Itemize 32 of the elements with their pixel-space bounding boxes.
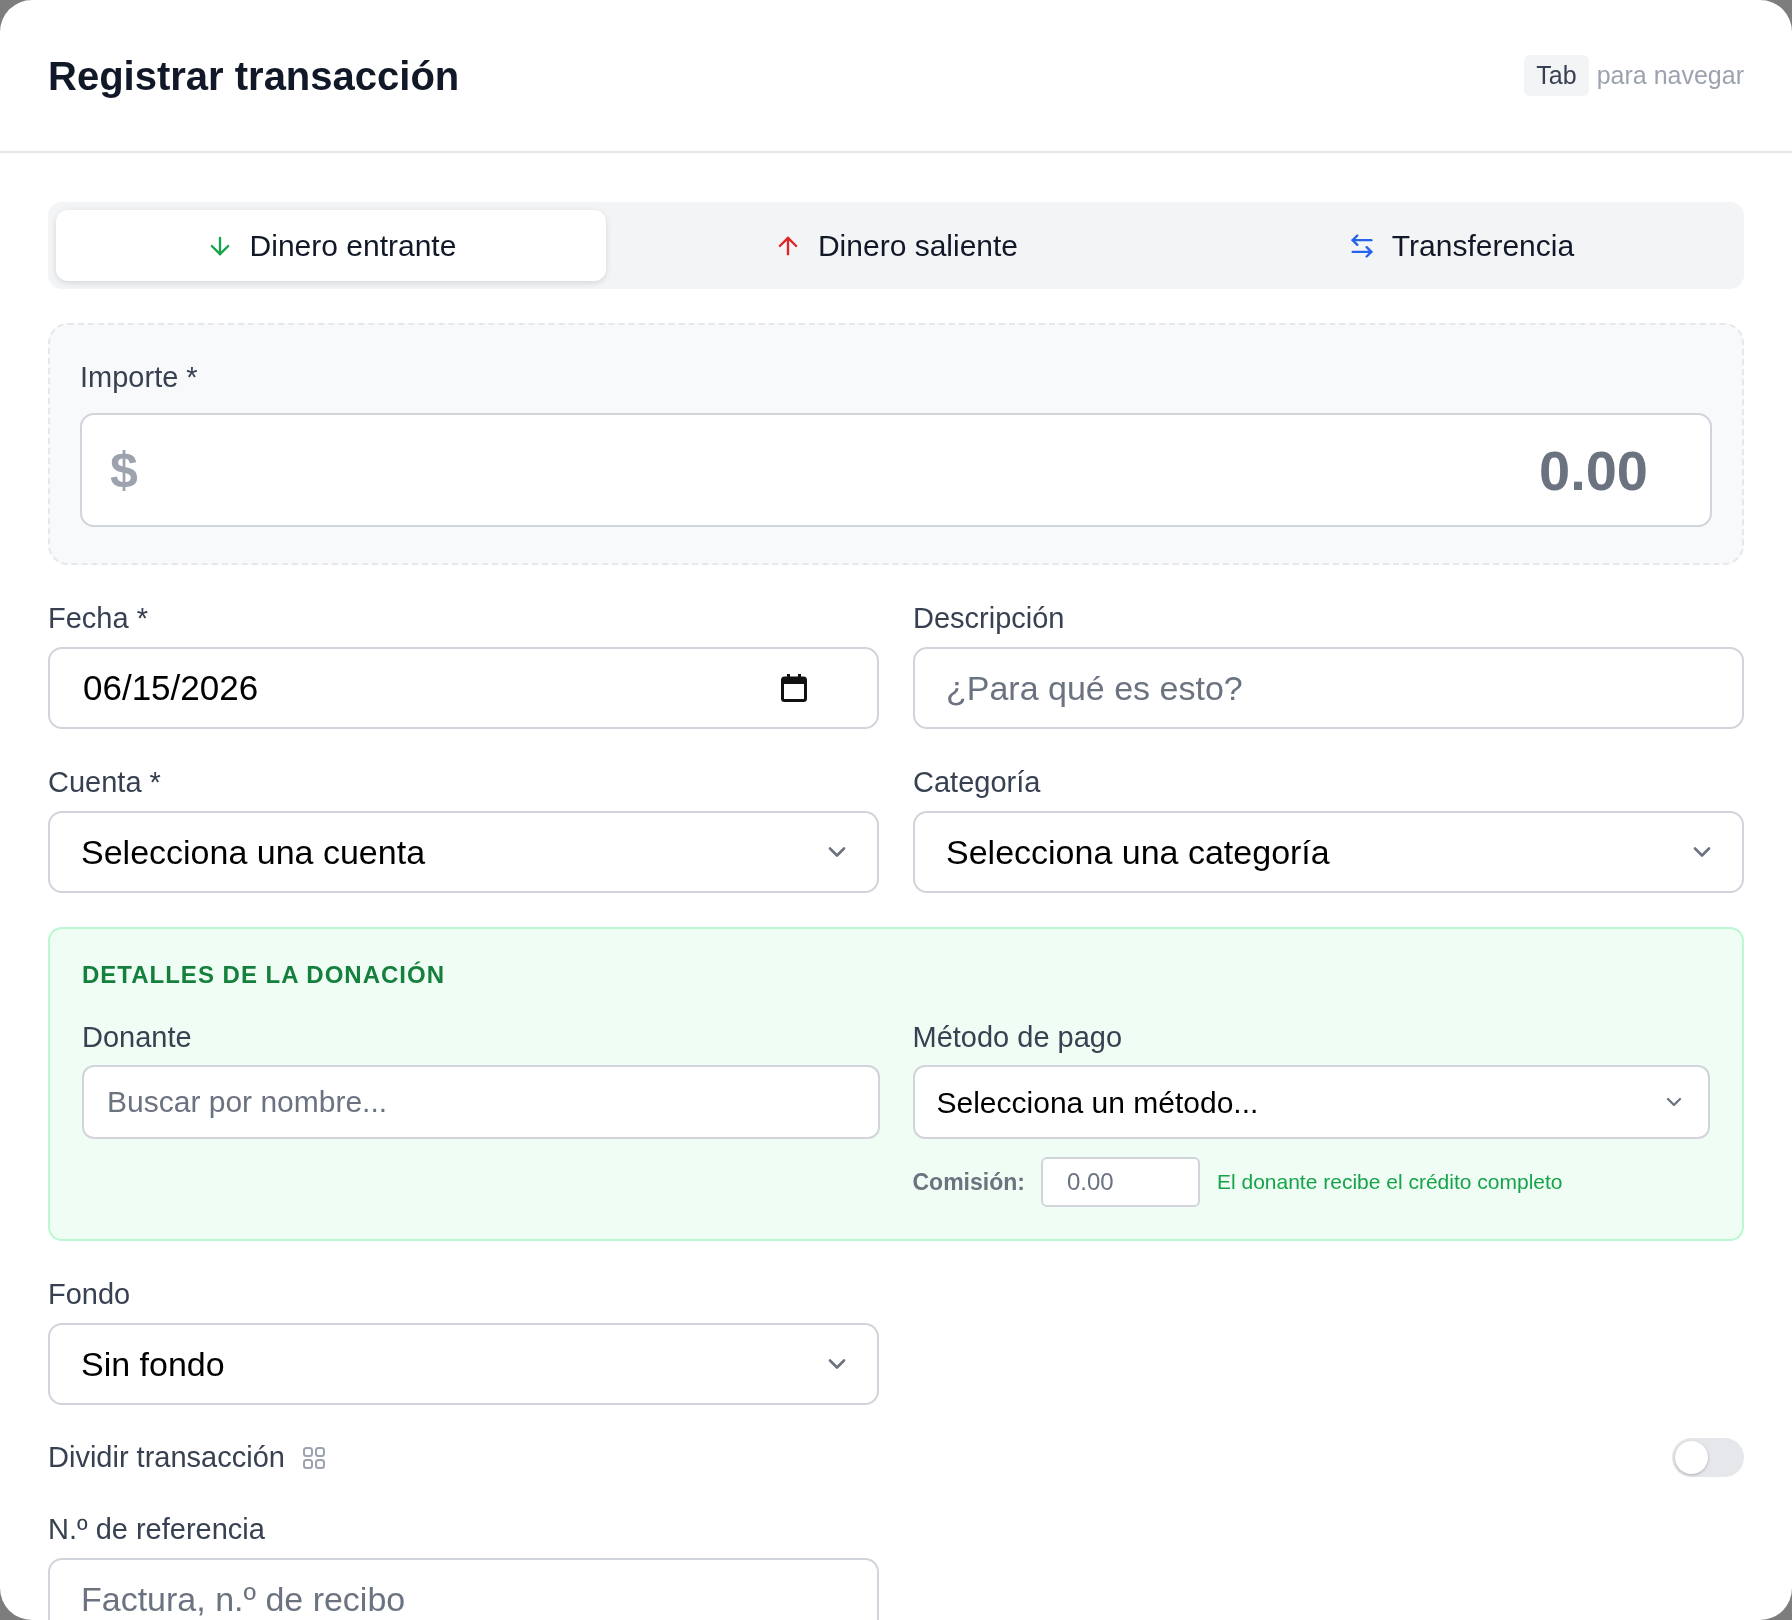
- field-label: Método de pago: [912, 1021, 1123, 1053]
- fund-select[interactable]: Sin fondo: [48, 1323, 879, 1405]
- fee-input[interactable]: 0.00: [1040, 1157, 1200, 1207]
- toggle-switch[interactable]: [1672, 1438, 1744, 1477]
- category-select[interactable]: Selecciona una categoría: [913, 811, 1744, 893]
- field-label: Descripción: [913, 602, 1065, 634]
- type-tab[interactable]: Transferencia: [1186, 210, 1736, 281]
- field-label: Donante: [82, 1021, 192, 1053]
- account-select[interactable]: Selecciona una cuenta: [48, 811, 879, 893]
- description-input[interactable]: ¿Para qué es esto?: [913, 647, 1744, 729]
- currency-symbol: $: [110, 442, 138, 498]
- grid-icon: [302, 1446, 325, 1469]
- calendar-icon[interactable]: [781, 674, 807, 702]
- field-label: Fecha *: [48, 602, 148, 634]
- field-label: Categoría: [913, 766, 1041, 798]
- field-label: Fondo: [48, 1278, 131, 1310]
- section-title: DETALLES DE LA DONACIÓN: [82, 961, 445, 989]
- payment-method-select[interactable]: Selecciona un método...: [912, 1065, 1710, 1139]
- fee-label: Comisión:: [912, 1167, 1025, 1197]
- type-tab[interactable]: Dinero entrante: [56, 210, 606, 281]
- type-tab[interactable]: Dinero saliente: [621, 210, 1171, 281]
- split-label: Dividir transacción: [48, 1439, 285, 1475]
- field-label: N.º de referencia: [48, 1513, 265, 1545]
- fee-note: El donante recibe el crédito completo: [1216, 1169, 1563, 1196]
- date-input[interactable]: 06/15/2026: [48, 647, 879, 729]
- donor-search-input[interactable]: Buscar por nombre...: [82, 1065, 880, 1139]
- field-label: Importe *: [80, 361, 198, 393]
- navigation-hint: para navegar: [1596, 59, 1744, 91]
- field-label: Cuenta *: [48, 766, 161, 798]
- reference-input[interactable]: Factura, n.º de recibo: [48, 1558, 879, 1620]
- dialog-title: Registrar transacción: [48, 52, 460, 100]
- keyboard-key: Tab: [1524, 54, 1589, 97]
